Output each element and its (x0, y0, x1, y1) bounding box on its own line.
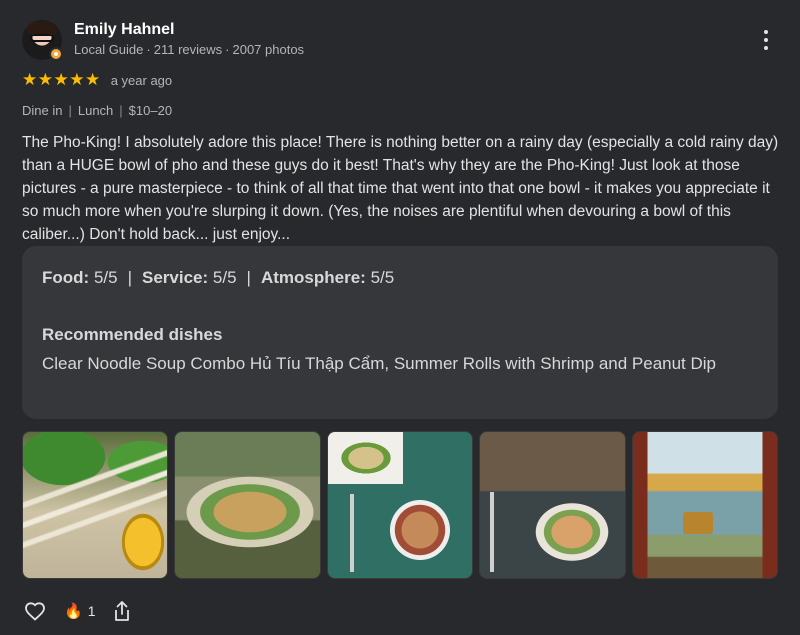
tag-service: Dine in (22, 103, 63, 118)
review-photos (22, 431, 779, 579)
service-label: Service: (142, 268, 209, 287)
sub-ratings: Food: 5/5 | Service: 5/5 | Atmosphere: 5/5 (42, 268, 394, 288)
star-rating: ★★★★★ (22, 70, 101, 89)
review-count: 211 reviews (153, 42, 223, 57)
meta-separator: · (225, 42, 230, 57)
ratings-card: Food: 5/5 | Service: 5/5 | Atmosphere: 5/5 R… (22, 246, 778, 419)
wall-mural-photo[interactable] (631, 431, 779, 579)
share-icon (115, 601, 130, 621)
local-guide-badge-icon (49, 47, 63, 61)
reaction-button[interactable]: 🔥 1 (64, 603, 95, 619)
meta-separator: · (146, 42, 151, 57)
food-label: Food: (42, 268, 90, 287)
review-actions: 🔥 1 (22, 598, 133, 624)
atmosphere-value: 5/5 (370, 268, 395, 287)
local-guide-label: Local Guide (74, 42, 144, 57)
tag-meal: Lunch (77, 103, 114, 118)
fire-icon: 🔥 (64, 602, 83, 620)
pho-bowl-closeup-photo[interactable] (479, 431, 626, 579)
review-time: a year ago (110, 72, 173, 88)
reviewer-name[interactable]: Emily Hahnel (74, 21, 174, 39)
more-vert-icon (764, 30, 768, 34)
photo-count: 2007 photos (232, 42, 305, 57)
rating-row: ★★★★★ a year ago (22, 70, 172, 90)
food-value: 5/5 (93, 268, 118, 287)
reviewer-meta: Local Guide · 211 reviews · 2007 photos (74, 42, 304, 57)
share-button[interactable] (111, 599, 133, 623)
pho-garnish-photo[interactable] (22, 431, 169, 579)
like-button[interactable] (22, 599, 48, 623)
recommended-dishes-title: Recommended dishes (42, 325, 223, 344)
reaction-count: 1 (87, 603, 96, 619)
tag-price: $10–20 (128, 103, 173, 118)
rating-separator: | (246, 268, 251, 287)
tag-separator: | (68, 103, 72, 118)
rating-separator: | (127, 268, 132, 287)
visit-tags: Dine in | Lunch | $10–20 (22, 103, 172, 118)
atmosphere-label: Atmosphere: (260, 268, 366, 287)
review-header: Emily Hahnel Local Guide · 211 reviews · 200… (22, 20, 778, 62)
pho-table-photo[interactable] (326, 431, 474, 579)
pho-bowl-photo[interactable] (174, 431, 321, 579)
heart-outline-icon (25, 602, 45, 621)
recommended-dishes-list: Clear Noodle Soup Combo Hủ Tíu Thập Cẩm,… (42, 354, 717, 373)
more-options-button[interactable] (760, 28, 772, 52)
avatar-glasses (30, 34, 54, 42)
review-text: The Pho-King! I absolutely adore this pl… (22, 134, 779, 243)
avatar-hair (26, 22, 58, 34)
tag-separator: | (119, 103, 123, 118)
service-value: 5/5 (212, 268, 237, 287)
